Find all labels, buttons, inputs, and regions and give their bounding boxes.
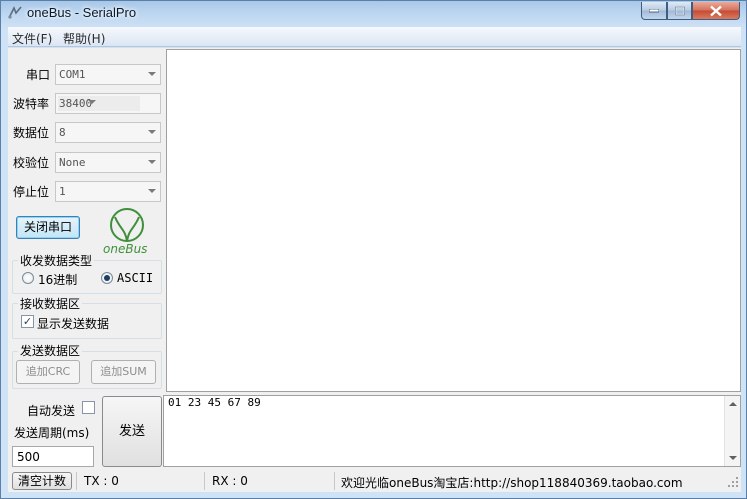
client-area: 串口 COM1 波特率 38400 数据位 8 校验位 None 停止位 1 关… (8, 48, 741, 492)
menu-bar: 文件(F) 帮助(H) (8, 27, 741, 47)
parity-label: 校验位 (13, 156, 50, 170)
status-separator (334, 472, 335, 490)
receive-title: 接收数据区 (18, 295, 83, 312)
port-label: 串口 (26, 68, 51, 82)
send-textarea[interactable]: 01 23 45 67 89 (163, 395, 741, 467)
baud-label: 波特率 (13, 97, 50, 111)
app-window: oneBus - SerialPro 文件(F) 帮助(H) 串口 COM1 波… (0, 0, 747, 499)
add-crc-button[interactable]: 追加CRC (16, 360, 80, 384)
data-type-title: 收发数据类型 (18, 252, 95, 269)
minimize-button[interactable] (641, 2, 667, 20)
data-bits-select[interactable]: 8 (55, 122, 161, 143)
scroll-down-icon[interactable] (729, 456, 737, 460)
scroll-up-icon[interactable] (729, 402, 737, 406)
menu-help[interactable]: 帮助(H) (63, 30, 105, 47)
parity-value: None (59, 156, 86, 169)
window-title: oneBus - SerialPro (27, 5, 137, 20)
send-text: 01 23 45 67 89 (168, 396, 261, 409)
show-sent-label: 显示发送数据 (37, 317, 110, 331)
ascii-label: ASCII (117, 271, 154, 285)
stop-bits-label: 停止位 (13, 185, 50, 199)
close-port-button[interactable]: 关闭串口 (16, 216, 80, 239)
stop-bits-value: 1 (59, 185, 66, 198)
chevron-down-icon (88, 100, 97, 117)
baud-select[interactable]: 38400 (55, 93, 161, 117)
clear-count-button[interactable]: 清空计数 (12, 472, 72, 490)
data-bits-label: 数据位 (13, 126, 50, 140)
chevron-down-icon (148, 189, 156, 193)
radio-hex[interactable] (22, 272, 34, 284)
shop-link[interactable]: 欢迎光临oneBus淘宝店:http://shop118840369.taoba… (341, 474, 683, 491)
data-bits-value: 8 (59, 126, 66, 139)
add-sum-button[interactable]: 追加SUM (91, 360, 156, 384)
chevron-down-icon (148, 72, 156, 76)
send-title: 发送数据区 (18, 342, 83, 359)
port-value: COM1 (59, 68, 86, 81)
menu-file[interactable]: 文件(F) (12, 30, 52, 47)
status-bar: 清空计数 TX : 0 RX : 0 欢迎光临oneBus淘宝店:http://… (8, 470, 741, 492)
tx-count: TX : 0 (84, 474, 119, 488)
app-icon[interactable] (7, 5, 23, 21)
logo-text: oneBus (103, 242, 148, 256)
auto-send-checkbox[interactable] (82, 401, 95, 414)
port-select[interactable]: COM1 (55, 64, 161, 85)
close-button[interactable] (692, 2, 740, 20)
period-input[interactable]: 500 (12, 446, 94, 467)
send-button[interactable]: 发送 (102, 396, 162, 467)
radio-ascii[interactable] (101, 272, 113, 284)
resize-grip-icon[interactable] (727, 476, 739, 491)
show-sent-checkbox[interactable]: ✓ (21, 315, 34, 328)
chevron-down-icon (148, 160, 156, 164)
parity-select[interactable]: None (55, 152, 161, 173)
onebus-logo-icon (108, 207, 146, 246)
status-separator (76, 472, 77, 490)
title-bar[interactable]: oneBus - SerialPro (1, 1, 747, 27)
maximize-button[interactable] (667, 2, 692, 20)
send-scrollbar[interactable] (724, 396, 740, 466)
stop-bits-select[interactable]: 1 (55, 181, 161, 202)
status-separator (204, 472, 205, 490)
chevron-down-icon (148, 130, 156, 134)
minimize-icon (649, 8, 659, 12)
receive-textarea[interactable] (166, 49, 741, 392)
maximize-icon (674, 6, 685, 15)
hex-label: 16进制 (38, 273, 78, 287)
close-icon (710, 5, 722, 16)
auto-send-label: 自动发送 (27, 404, 76, 418)
period-label: 发送周期(ms) (14, 426, 90, 440)
rx-count: RX : 0 (212, 474, 248, 488)
